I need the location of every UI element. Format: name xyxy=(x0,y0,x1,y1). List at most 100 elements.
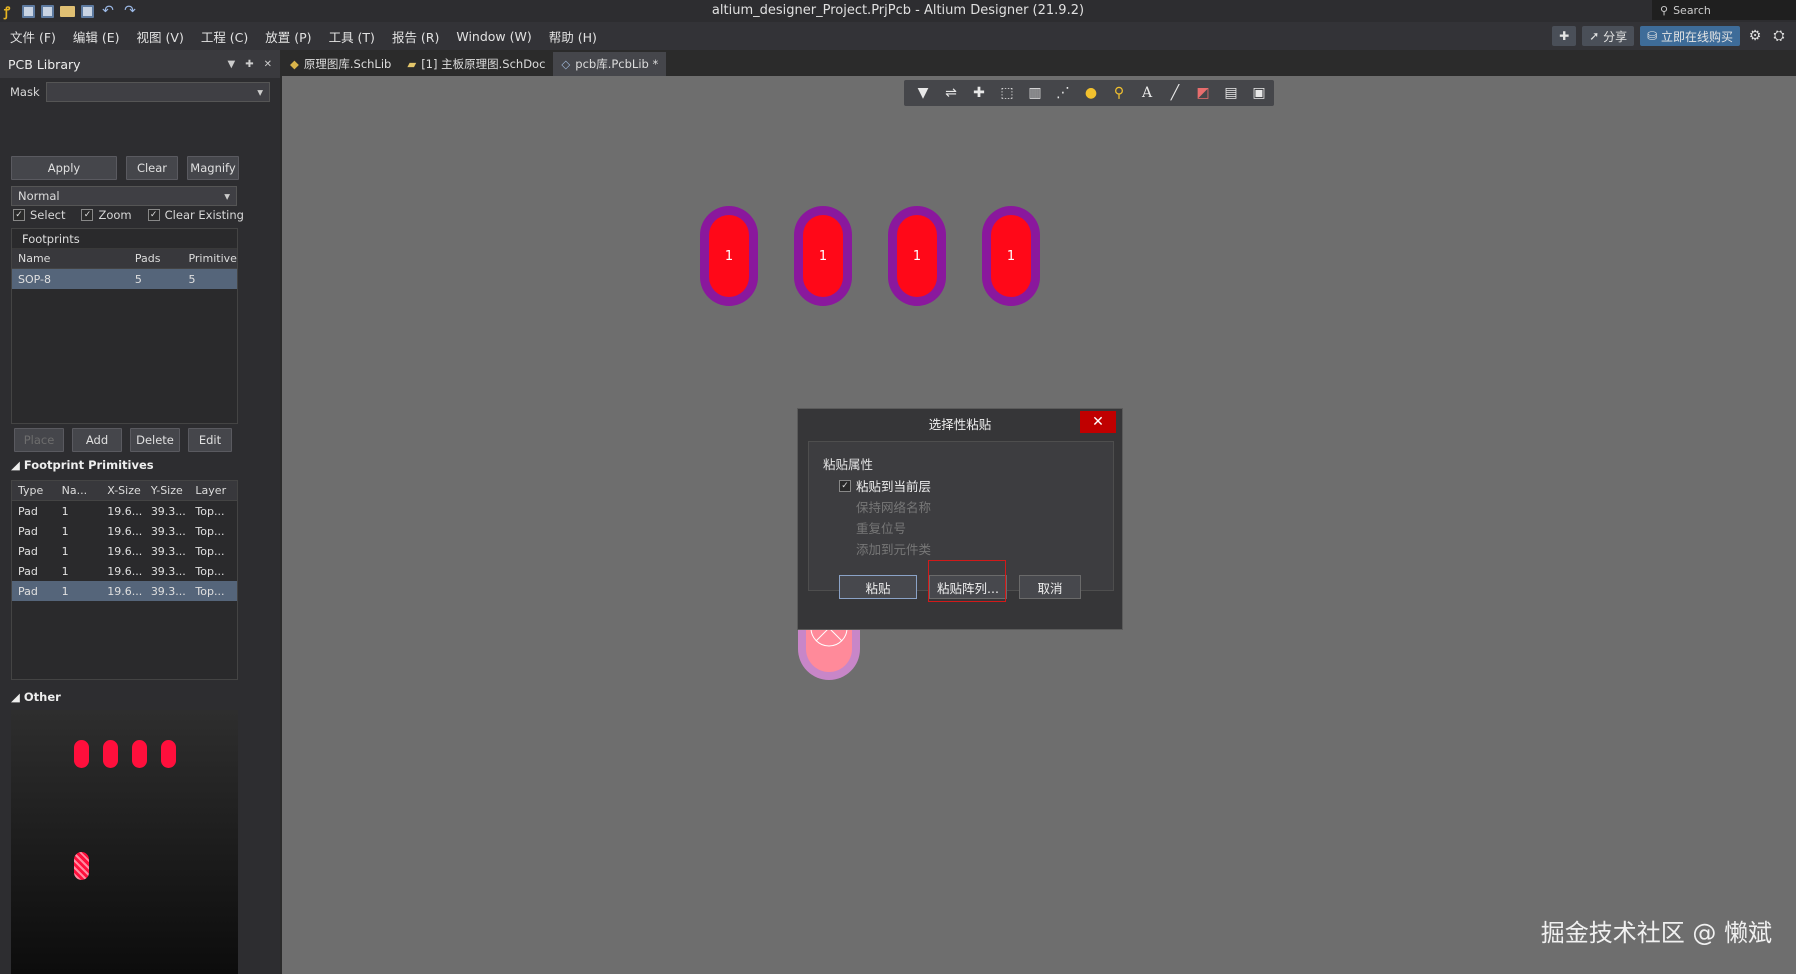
other-section-title[interactable]: ◢ Other xyxy=(11,690,61,704)
dialog-title: 选择性粘贴 xyxy=(928,416,992,432)
add-to-class-checkbox: 添加到元件类 xyxy=(839,539,931,558)
apply-button[interactable]: Apply xyxy=(11,156,117,180)
table-row[interactable]: Pad 1 19.6... 39.3... Top... xyxy=(12,521,237,541)
buy-online-button[interactable]: ⛁ 立即在线购买 xyxy=(1640,26,1740,46)
align-icon[interactable]: ▥ xyxy=(1026,84,1044,102)
dialog-close-button[interactable]: ✕ xyxy=(1080,411,1116,433)
account-icon[interactable]: ⛭ xyxy=(1770,28,1788,44)
filter-icon[interactable]: ▼ xyxy=(914,84,932,102)
zoom-checkbox[interactable]: ✓ Zoom xyxy=(81,208,132,222)
menu-window[interactable]: Window (W) xyxy=(456,29,531,44)
edit-button[interactable]: Edit xyxy=(188,428,232,452)
pad-icon[interactable]: ● xyxy=(1082,84,1100,102)
add-button[interactable]: Add xyxy=(72,428,122,452)
gear-icon[interactable]: ⚙ xyxy=(1746,28,1764,44)
opt-keep-net-label: 保持网络名称 xyxy=(856,500,932,515)
select-checkbox[interactable]: ✓ Select xyxy=(13,208,65,222)
redo-icon[interactable]: ↷ xyxy=(122,3,138,19)
col-type[interactable]: Type xyxy=(12,484,56,497)
col-name[interactable]: Name xyxy=(12,252,129,265)
col-x-size[interactable]: X-Size xyxy=(101,484,145,497)
menu-project[interactable]: 工程 (C) xyxy=(201,27,248,46)
footprint-buttons: Place Add Delete Edit xyxy=(14,428,232,452)
magnify-button[interactable]: Magnify xyxy=(187,156,239,180)
menu-edit[interactable]: 编辑 (E) xyxy=(73,27,120,46)
col-pads[interactable]: Pads xyxy=(129,252,183,265)
tab-label: pcb库.PcbLib * xyxy=(575,57,659,71)
pad-core: 1 xyxy=(991,215,1031,297)
menu-place[interactable]: 放置 (P) xyxy=(265,27,311,46)
via-icon[interactable]: ⚲ xyxy=(1110,84,1128,102)
buy-label: 立即在线购买 xyxy=(1660,29,1733,44)
text-icon[interactable]: A xyxy=(1138,84,1156,102)
mask-label: Mask xyxy=(10,85,40,99)
tab-schlib[interactable]: ◆ 原理图库.SchLib xyxy=(282,52,399,76)
pin-icon[interactable]: ✚ xyxy=(245,59,253,70)
menu-view[interactable]: 视图 (V) xyxy=(137,27,184,46)
interactive-route-icon[interactable]: ⋰ xyxy=(1054,84,1072,102)
clear-existing-checkbox[interactable]: ✓ Clear Existing xyxy=(147,208,244,222)
footprint-name: SOP-8 xyxy=(18,272,51,286)
col-y-size[interactable]: Y-Size xyxy=(145,484,190,497)
pad[interactable]: 1 xyxy=(982,206,1040,306)
board-icon[interactable]: ▣ xyxy=(1250,84,1268,102)
mode-select[interactable]: Normal xyxy=(11,186,237,206)
share-button[interactable]: ➚ 分享 xyxy=(1582,26,1635,46)
clear-button[interactable]: Clear xyxy=(126,156,178,180)
crosshair-icon[interactable]: ✚ xyxy=(970,84,988,102)
table-row[interactable]: SOP-8 5 5 xyxy=(12,269,237,289)
pad[interactable]: 1 xyxy=(794,206,852,306)
keep-net-name-checkbox: 保持网络名称 xyxy=(839,497,931,516)
pad[interactable]: 1 xyxy=(888,206,946,306)
save-icon[interactable] xyxy=(22,4,35,18)
menu-file[interactable]: 文件 (F) xyxy=(10,27,56,46)
cancel-button[interactable]: 取消 xyxy=(1019,575,1081,599)
select-label: Select xyxy=(30,208,66,222)
menu-tools[interactable]: 工具 (T) xyxy=(329,27,375,46)
prim-y-size: 39.3... xyxy=(150,544,186,558)
mask-input[interactable] xyxy=(45,82,270,102)
prim-layer: Top... xyxy=(195,524,225,538)
col-layer[interactable]: Layer xyxy=(189,484,237,497)
duplicate-designator-checkbox: 重复位号 xyxy=(839,518,906,537)
table-row[interactable]: Pad 1 19.6... 39.3... Top... xyxy=(12,541,237,561)
primitives-section-title[interactable]: ◢ Footprint Primitives xyxy=(11,458,154,472)
line-icon[interactable]: ╱ xyxy=(1166,84,1184,102)
prim-designator: 1 xyxy=(61,564,69,578)
prim-x-size: 19.6... xyxy=(107,544,143,558)
dialog-title-bar: 选择性粘贴 ✕ xyxy=(798,409,1122,437)
tab-pcblib[interactable]: ◇ pcb库.PcbLib * xyxy=(553,52,667,76)
search-input[interactable]: ⚲ Search xyxy=(1652,0,1796,20)
col-designator[interactable]: Na... xyxy=(56,484,102,497)
prim-type: Pad xyxy=(18,564,38,578)
arc-icon[interactable]: ◩ xyxy=(1194,84,1212,102)
col-primitives[interactable]: Primitives xyxy=(182,252,237,265)
feedback-icon[interactable]: ✚ xyxy=(1552,26,1577,46)
dimension-icon[interactable]: ▤ xyxy=(1222,84,1240,102)
paste-button[interactable]: 粘贴 xyxy=(839,575,917,599)
check-icon: ✓ xyxy=(13,209,25,221)
title-bar: ꝭ ↶ ↷ altium_designer_Project.PrjPcb - A… xyxy=(0,0,1796,22)
menu-help[interactable]: 帮助 (H) xyxy=(549,27,597,46)
route-icon[interactable]: ⇌ xyxy=(942,84,960,102)
undo-icon[interactable]: ↶ xyxy=(100,3,116,19)
paste-current-layer-checkbox[interactable]: ✓ 粘贴到当前层 xyxy=(839,476,931,495)
prim-x-size: 19.6... xyxy=(107,504,143,518)
save-all-icon[interactable] xyxy=(41,4,54,18)
prim-designator: 1 xyxy=(61,584,69,598)
table-row[interactable]: Pad 1 19.6... 39.3... Top... xyxy=(12,561,237,581)
altium-logo-icon: ꝭ xyxy=(4,5,11,20)
menu-reports[interactable]: 报告 (R) xyxy=(392,27,439,46)
open-folder-icon[interactable] xyxy=(60,5,75,17)
table-row[interactable]: Pad 1 19.6... 39.3... Top... xyxy=(12,501,237,521)
pad[interactable]: 1 xyxy=(700,206,758,306)
open-project-icon[interactable] xyxy=(81,4,94,18)
preview-pad xyxy=(161,740,176,768)
panel-menu-icon[interactable]: ▼ xyxy=(228,59,236,70)
select-rect-icon[interactable]: ⬚ xyxy=(998,84,1016,102)
close-icon[interactable]: ✕ xyxy=(264,59,272,70)
tab-schdoc[interactable]: ▰ [1] 主板原理图.SchDoc xyxy=(399,52,553,76)
tab-label: [1] 主板原理图.SchDoc xyxy=(421,57,546,71)
table-row[interactable]: Pad 1 19.6... 39.3... Top... xyxy=(12,581,237,601)
delete-button[interactable]: Delete xyxy=(130,428,180,452)
